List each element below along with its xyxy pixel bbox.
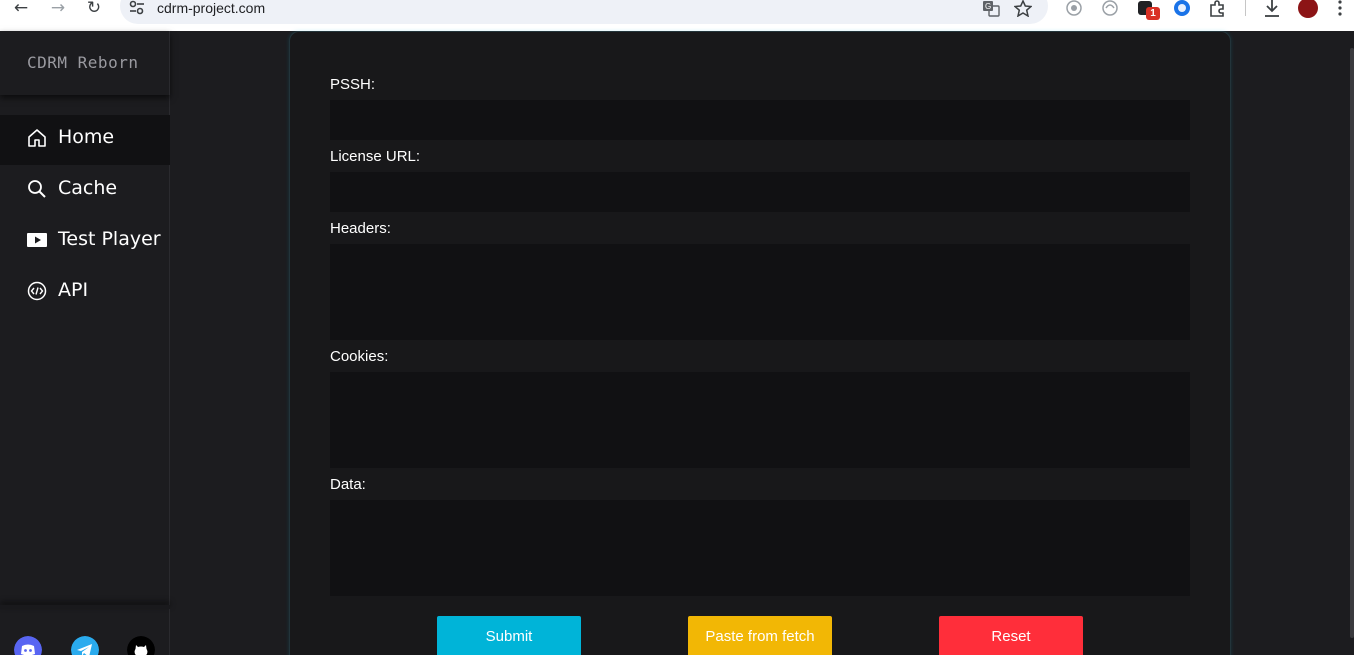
cookies-label: Cookies: [330, 348, 389, 365]
toolbar-divider [1245, 0, 1246, 16]
paste-from-fetch-button[interactable]: Paste from fetch [688, 616, 832, 655]
profile-avatar[interactable] [1298, 0, 1318, 18]
sidebar-item-label: API [58, 279, 89, 301]
download-icon[interactable] [1262, 0, 1282, 18]
play-icon [27, 233, 47, 247]
sidebar-item-cache[interactable]: Cache [0, 166, 170, 216]
extension-badge: 1 [1146, 7, 1160, 20]
pssh-label: PSSH: [330, 76, 376, 93]
headers-label: Headers: [330, 220, 391, 237]
globe-extension-icon[interactable] [1172, 0, 1192, 18]
reset-button[interactable]: Reset [939, 616, 1083, 655]
extensions-puzzle-icon[interactable] [1208, 0, 1228, 18]
code-icon [27, 281, 47, 301]
svg-text:G: G [985, 2, 991, 11]
data-label: Data: [330, 476, 366, 493]
discord-icon[interactable] [14, 636, 42, 655]
telegram-icon[interactable] [71, 636, 99, 655]
url-text[interactable]: cdrm-project.com [157, 0, 265, 16]
submit-button[interactable]: Submit [437, 616, 581, 655]
sidebar-item-label: Home [58, 126, 115, 148]
reload-icon[interactable]: ↻ [82, 0, 106, 18]
translate-icon[interactable]: G [982, 0, 1000, 17]
extension-icon[interactable] [1100, 0, 1120, 18]
brand-name: CDRM Reborn [27, 53, 139, 72]
sidebar-item-home[interactable]: Home [0, 115, 170, 165]
back-arrow-icon[interactable]: ← [9, 0, 33, 18]
data-textarea[interactable] [330, 500, 1190, 596]
brand[interactable]: CDRM Reborn [0, 31, 170, 95]
site-settings-icon[interactable] [128, 0, 146, 16]
address-bar[interactable]: cdrm-project.com G [120, 0, 1048, 24]
forward-arrow-icon[interactable]: → [46, 0, 70, 18]
sidebar-item-api[interactable]: API [0, 268, 170, 318]
sidebar-item-test-player[interactable]: Test Player [0, 217, 170, 267]
bookmark-star-icon[interactable] [1014, 0, 1032, 17]
pssh-input[interactable] [330, 100, 1190, 140]
sidebar-item-label: Cache [58, 177, 118, 199]
home-icon [28, 129, 46, 147]
extension-icon[interactable] [1064, 0, 1084, 18]
sidebar-item-label: Test Player [58, 228, 161, 250]
browser-toolbar: ← → ↻ cdrm-project.com G 1 [0, 0, 1354, 31]
license-url-input[interactable] [330, 172, 1190, 212]
more-menu-icon[interactable] [1334, 0, 1346, 18]
search-icon [28, 180, 46, 198]
license-url-label: License URL: [330, 148, 421, 165]
github-icon[interactable] [127, 636, 155, 655]
headers-textarea[interactable] [330, 244, 1190, 340]
sidebar-footer-divider [0, 605, 170, 609]
sidebar: CDRM Reborn Home Cache Test Player API [0, 31, 170, 655]
scrollbar-thumb[interactable] [1350, 48, 1354, 638]
cookies-textarea[interactable] [330, 372, 1190, 468]
